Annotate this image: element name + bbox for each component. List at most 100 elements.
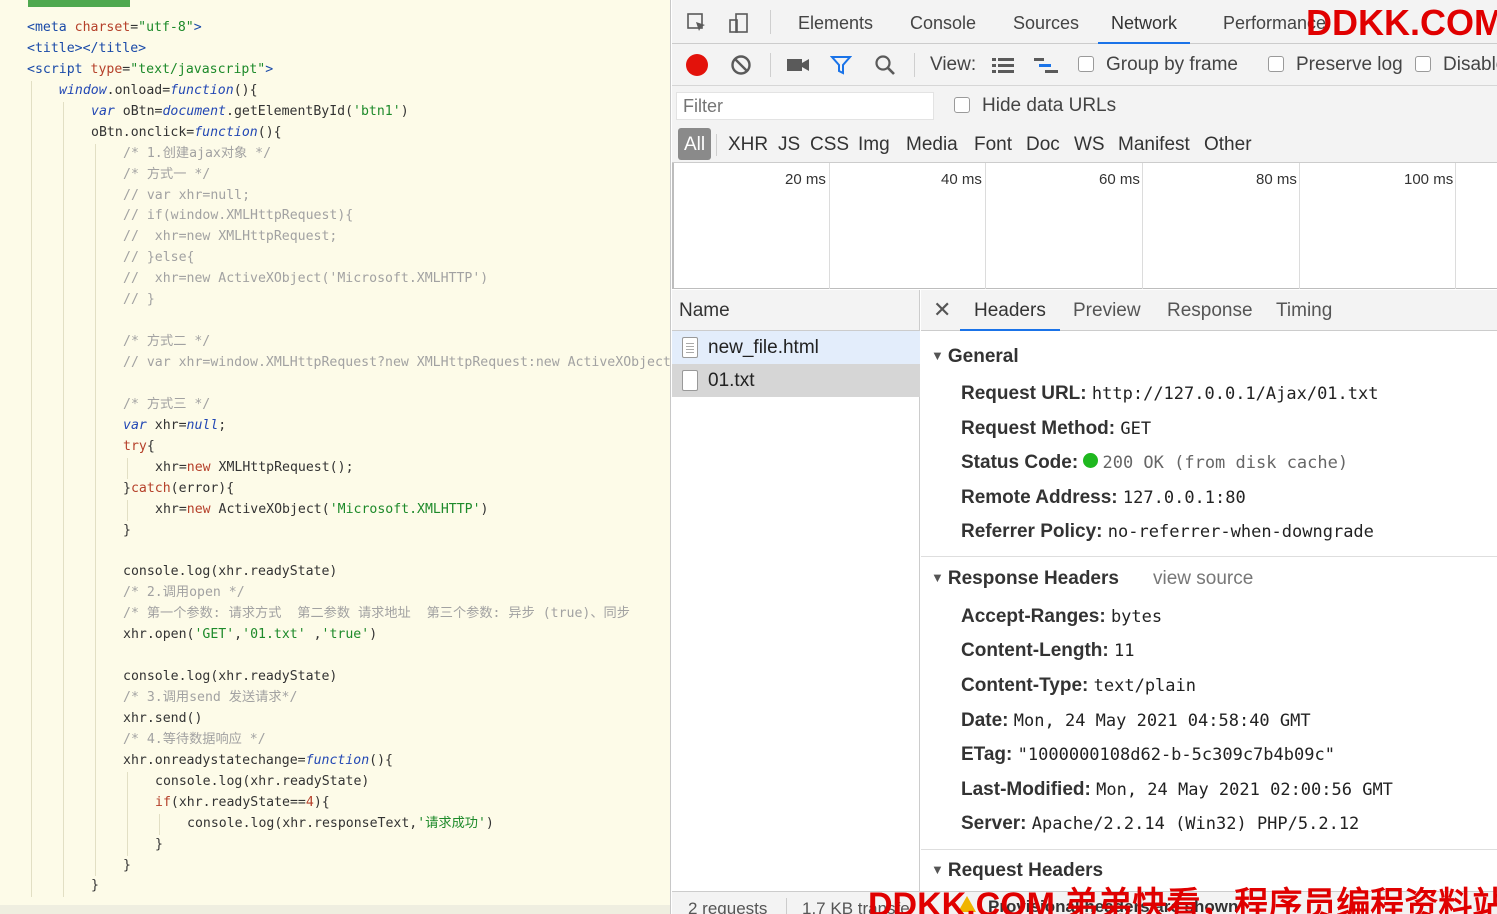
code-editor[interactable]: <meta charset="utf-8"> <title></title> <sc… [0,0,671,914]
code-line[interactable]: console.log(xhr.responseText,'请求成功') [0,813,670,835]
indent-guide [31,227,32,249]
screenshot-camera-icon[interactable] [785,52,811,78]
type-other[interactable]: Other [1200,128,1256,160]
code-line[interactable]: /* 4.等待数据响应 */ [0,729,670,751]
code-line[interactable]: }catch(error){ [0,478,670,500]
code-line[interactable]: } [0,520,670,542]
type-img[interactable]: Img [854,128,894,160]
code-line[interactable]: } [0,834,670,856]
type-all[interactable]: All [678,128,712,160]
type-manifest[interactable]: Manifest [1114,128,1194,160]
hide-data-urls-checkbox[interactable] [954,97,970,113]
code-line[interactable]: console.log(xhr.readyState) [0,667,670,688]
code-line[interactable]: xhr=new XMLHttpRequest(); [0,457,670,479]
code-line[interactable]: console.log(xhr.readyState) [0,562,670,584]
code-line[interactable]: /* 3.调用send 发送请求*/ [0,688,670,709]
code-line[interactable]: console.log(xhr.readyState) [0,771,670,793]
type-js[interactable]: JS [774,128,804,160]
preserve-log-checkbox[interactable] [1268,56,1284,72]
type-media[interactable]: Media [902,128,962,160]
code-line[interactable]: /* 第一个参数: 请求方式 第二参数 请求地址 第三个参数: 异步 (true… [0,604,670,626]
code-line[interactable]: xhr.send() [0,708,670,730]
code-line[interactable]: } [0,876,670,898]
code-line[interactable]: oBtn.onclick=function(){ [0,122,670,144]
code-line[interactable]: // }else{ [0,248,670,270]
clear-icon[interactable] [728,52,754,78]
tab-sources[interactable]: Sources [1013,0,1079,44]
code-line[interactable]: <script type="text/javascript"> [0,60,670,81]
code-line[interactable]: // if(window.XMLHttpRequest){ [0,206,670,228]
editor-active-tab[interactable] [28,0,130,7]
header-row: Remote Address: 127.0.0.1:80 [961,487,1246,509]
view-source-link[interactable]: view source [1153,568,1253,590]
code-line[interactable]: // } [0,290,670,312]
search-icon[interactable] [872,52,898,78]
code-line[interactable]: /* 方式一 */ [0,164,670,186]
tab-timing[interactable]: Timing [1276,290,1332,331]
code-line[interactable]: var oBtn=document.getElementById('btn1') [0,101,670,123]
code-line[interactable]: // var xhr=null; [0,185,670,207]
group-by-frame-checkbox[interactable] [1078,56,1094,72]
section-general[interactable]: ▼ General [931,346,1019,368]
code-line[interactable]: // xhr=new ActiveXObject('Microsoft.XMLH… [0,269,670,291]
tab-elements[interactable]: Elements [798,0,873,44]
code-text: xhr.open('GET','01.txt' ,'true') [123,625,377,646]
type-font[interactable]: Font [970,128,1016,160]
waterfall-overview-icon[interactable] [1033,52,1059,78]
code-line[interactable] [0,311,670,333]
code-area[interactable]: <meta charset="utf-8"> <title></title> <sc… [0,18,670,898]
code-line[interactable]: <meta charset="utf-8"> [0,18,670,39]
code-line[interactable]: // xhr=new XMLHttpRequest; [0,227,670,249]
code-token: XMLHttpRequest(); [210,459,354,475]
close-icon[interactable]: ✕ [933,290,951,331]
code-line[interactable] [0,646,670,668]
name-column-header[interactable]: Name [672,290,920,331]
code-line[interactable]: window.onload=function(){ [0,80,670,102]
tab-preview[interactable]: Preview [1073,290,1141,331]
inspect-element-icon[interactable] [684,10,710,36]
filter-input[interactable] [676,92,934,120]
code-line[interactable]: } [0,855,670,877]
code-line[interactable]: /* 2.调用open */ [0,583,670,605]
code-token: = [130,20,139,35]
code-line[interactable]: /* 方式三 */ [0,394,670,416]
network-overview-timeline[interactable]: 20 ms 40 ms 60 ms 80 ms 100 ms [672,163,1497,289]
code-line[interactable]: if(xhr.readyState==4){ [0,792,670,814]
type-css[interactable]: CSS [806,128,853,160]
section-response-headers[interactable]: ▼ Response Headers [931,568,1119,590]
type-ws[interactable]: WS [1070,128,1109,160]
record-button[interactable] [686,54,708,76]
code-line[interactable]: /* 方式二 */ [0,332,670,353]
tab-response[interactable]: Response [1167,290,1253,331]
large-rows-icon[interactable] [990,52,1016,78]
code-line[interactable]: // var xhr=window.XMLHttpRequest?new XML… [0,353,670,374]
tab-console[interactable]: Console [910,0,976,44]
request-row-selected[interactable]: 01.txt [672,364,920,397]
device-toolbar-icon[interactable] [726,10,752,36]
type-xhr[interactable]: XHR [724,128,772,160]
code-line[interactable]: xhr.onreadystatechange=function(){ [0,750,670,772]
code-line[interactable]: xhr.open('GET','01.txt' ,'true') [0,625,670,647]
code-line[interactable]: <title></title> [0,39,670,60]
code-text: console.log(xhr.readyState) [123,667,337,688]
code-token: oBtn= [114,103,163,119]
tab-network[interactable]: Network [1098,0,1191,44]
code-line[interactable]: /* 1.创建ajax对象 */ [0,143,670,165]
filter-funnel-icon[interactable] [828,52,854,78]
code-line[interactable] [0,373,670,395]
code-line[interactable]: try{ [0,436,670,458]
disable-cache-checkbox[interactable] [1415,56,1431,72]
tab-headers[interactable]: Headers [960,290,1060,331]
code-token: } [155,836,163,852]
code-line[interactable]: var xhr=null; [0,415,670,437]
timeline-start-line [672,163,674,289]
code-text: // var xhr=null; [123,186,250,207]
code-line[interactable] [0,541,670,563]
header-row: ETag: "1000000108d62-b-5c309c7b4b09c" [961,744,1335,766]
indent-guide [63,290,64,312]
code-line[interactable]: xhr=new ActiveXObject('Microsoft.XMLHTTP… [0,499,670,521]
type-doc[interactable]: Doc [1022,128,1064,160]
indent-guide [95,332,96,353]
request-row[interactable]: new_file.html [672,331,920,364]
indent-guide [31,646,32,668]
